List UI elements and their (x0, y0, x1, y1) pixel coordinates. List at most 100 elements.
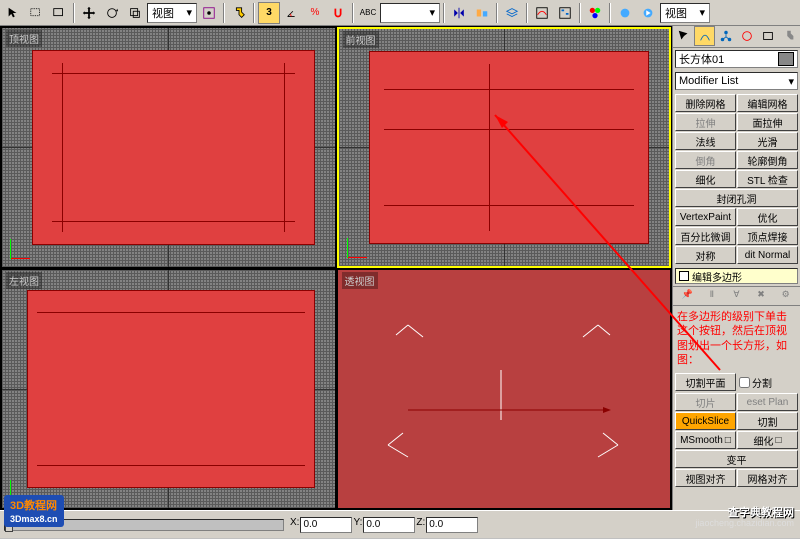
select-tool[interactable] (2, 2, 24, 24)
slice-plane-button[interactable]: 切割平面 (675, 373, 736, 391)
window-crossing-tool[interactable] (48, 2, 70, 24)
angle-snap-tool[interactable] (281, 2, 303, 24)
dropdown-label: 视图 (152, 5, 174, 21)
main-area: 顶视图 前视图 左视图 (0, 26, 800, 510)
vertex-paint-button[interactable]: VertexPaint (675, 208, 736, 226)
pivot-tool[interactable] (198, 2, 220, 24)
panel-tabs (673, 26, 800, 48)
optimize-button[interactable]: 优化 (737, 208, 798, 226)
extrude-button[interactable]: 拉伸 (675, 113, 736, 131)
motion-tab[interactable] (737, 26, 758, 46)
viewport-label: 透视图 (342, 272, 378, 289)
coord-display: X: Y: Z: (290, 517, 478, 533)
curve-editor-tool[interactable] (531, 2, 553, 24)
chamfer-button[interactable]: 倒角 (675, 151, 736, 169)
separator (223, 3, 225, 23)
modifier-buttons-grid: 删除网格 编辑网格 拉伸 面拉伸 法线 光滑 倒角 轮廓倒角 细化 STL 检查… (673, 92, 800, 266)
move-tool[interactable] (78, 2, 100, 24)
separator (253, 3, 255, 23)
object-box[interactable] (369, 51, 650, 244)
edit-mesh-button[interactable]: 编辑网格 (737, 94, 798, 112)
material-editor-tool[interactable] (584, 2, 606, 24)
tutorial-annotation: 在多边形的级别下单击这个按钮，然后在顶视图划出一个长方形，如图： (673, 306, 800, 371)
hierarchy-tab[interactable] (715, 26, 736, 46)
viewport-left[interactable]: 左视图 (1, 269, 336, 510)
render-tool[interactable] (614, 2, 636, 24)
rect-select-tool[interactable] (25, 2, 47, 24)
outline-chamfer-button[interactable]: 轮廓倒角 (737, 151, 798, 169)
separator (352, 3, 354, 23)
normal-button[interactable]: 法线 (675, 132, 736, 150)
modifier-list-label: Modifier List (679, 75, 738, 87)
tessellate2-button[interactable]: 细化□ (737, 431, 798, 449)
manipulate-tool[interactable] (228, 2, 250, 24)
coord-z-input[interactable] (426, 517, 478, 533)
snap-toggle[interactable]: 3 (258, 2, 280, 24)
tessellate-button[interactable]: 细化 (675, 170, 736, 188)
configure-sets-icon[interactable]: ⚙ (779, 289, 793, 303)
object-name-field[interactable]: 长方体01 (675, 50, 798, 68)
slice-button[interactable]: 切片 (675, 393, 736, 411)
modifier-list-dropdown[interactable]: Modifier List ▾ (675, 72, 798, 90)
layers-tool[interactable] (501, 2, 523, 24)
utilities-tab[interactable] (779, 26, 800, 46)
scale-tool[interactable] (124, 2, 146, 24)
stl-check-button[interactable]: STL 检查 (737, 170, 798, 188)
percent-adjust-button[interactable]: 百分比微调 (675, 227, 736, 245)
remove-modifier-icon[interactable]: ✖ (754, 289, 768, 303)
coord-x-input[interactable] (300, 517, 352, 533)
face-extrude-button[interactable]: 面拉伸 (737, 113, 798, 131)
display-tab[interactable] (758, 26, 779, 46)
create-tab[interactable] (673, 26, 694, 46)
rotate-tool[interactable] (101, 2, 123, 24)
vert-weld-button[interactable]: 顶点焊接 (737, 227, 798, 245)
symmetry-button[interactable]: 对称 (675, 246, 736, 264)
quickslice-button[interactable]: QuickSlice (675, 412, 736, 430)
separator (496, 3, 498, 23)
percent-snap-tool[interactable]: % (304, 2, 326, 24)
edit-geometry-grid: 切割平面 分割 切片 eset Plan QuickSlice 切割 MSmoo… (673, 371, 800, 489)
make-unique-icon[interactable]: ∀ (729, 289, 743, 303)
show-end-result-icon[interactable]: Ⅱ (705, 289, 719, 303)
render-view-dropdown[interactable]: 视图▾ (660, 3, 710, 23)
modifier-stack-item[interactable]: 编辑多边形 (675, 268, 798, 284)
separator (73, 3, 75, 23)
make-planar-button[interactable]: 变平 (675, 450, 798, 468)
coord-y-input[interactable] (363, 517, 415, 533)
viewport-label: 前视图 (343, 31, 379, 48)
stack-toggle-icon[interactable] (679, 271, 689, 281)
pin-stack-icon[interactable]: 📌 (680, 289, 694, 303)
schematic-tool[interactable] (554, 2, 576, 24)
mirror-tool[interactable] (448, 2, 470, 24)
perspective-wireframe (338, 270, 671, 509)
viewport-label: 左视图 (6, 272, 42, 289)
modify-tab[interactable] (694, 26, 715, 46)
grid-align-button[interactable]: 网格对齐 (737, 469, 798, 487)
coord-system-dropdown[interactable]: 视图▾ (147, 3, 197, 23)
named-sel-tool[interactable]: ABC (357, 2, 379, 24)
object-box[interactable] (32, 50, 315, 245)
cap-holes-button[interactable]: 封闭孔洞 (675, 189, 798, 207)
stack-item-label: 编辑多边形 (692, 269, 742, 284)
viewport-perspective[interactable]: 透视图 (337, 269, 672, 510)
split-checkbox[interactable] (739, 377, 750, 388)
align-tool[interactable] (471, 2, 493, 24)
msmooth-button[interactable]: MSmooth□ (675, 431, 736, 449)
delete-mesh-button[interactable]: 删除网格 (675, 94, 736, 112)
viewport-front[interactable]: 前视图 (337, 27, 672, 268)
main-toolbar: 视图▾ 3 % ABC ▾ 视图▾ (0, 0, 800, 26)
named-selection-dropdown[interactable]: ▾ (380, 3, 440, 23)
view-align-button[interactable]: 视图对齐 (675, 469, 736, 487)
quick-render-tool[interactable] (637, 2, 659, 24)
viewports-container: 顶视图 前视图 左视图 (0, 26, 672, 510)
viewport-top[interactable]: 顶视图 (1, 27, 336, 268)
reset-plane-button[interactable]: eset Plan (737, 393, 798, 411)
edit-normal-button[interactable]: dit Normal (737, 246, 798, 264)
smooth-button[interactable]: 光滑 (737, 132, 798, 150)
object-color-swatch[interactable] (778, 52, 794, 66)
object-box[interactable] (27, 290, 315, 489)
snap-magnet-tool[interactable] (327, 2, 349, 24)
cut-button[interactable]: 切割 (737, 412, 798, 430)
separator (579, 3, 581, 23)
dropdown-label: 视图 (665, 5, 687, 21)
